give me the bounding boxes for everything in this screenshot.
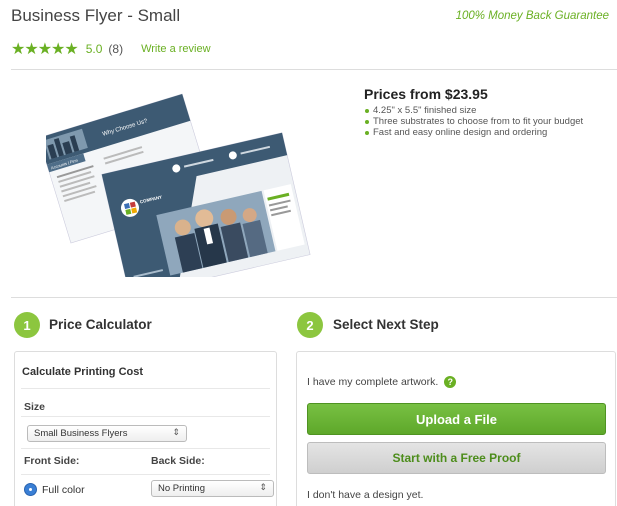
divider — [21, 448, 270, 449]
upload-file-button[interactable]: Upload a File — [307, 403, 606, 435]
front-full-color-option[interactable]: Full color — [24, 483, 85, 496]
front-option-label: Full color — [42, 483, 85, 496]
rating-row: ★★★★★ 5.0 (8) Write a review — [11, 39, 211, 59]
size-select-value: Small Business Flyers — [34, 428, 128, 439]
feature-item: 4.25" x 5.5" finished size — [364, 105, 614, 116]
size-label: Size — [24, 401, 46, 413]
size-select[interactable]: Small Business Flyers ⇕ — [27, 425, 187, 442]
price-calculator-panel: Calculate Printing Cost Size Small Busin… — [14, 351, 277, 506]
star-icon: ★★★★★ — [11, 41, 79, 58]
artwork-prompt: I have my complete artwork. ? — [307, 376, 457, 388]
price-calculator-title: Price Calculator — [49, 317, 152, 332]
rating-value: 5.0 — [85, 42, 103, 56]
divider — [21, 388, 270, 389]
back-side-label: Back Side: — [151, 455, 205, 467]
price-heading: Prices from $23.95 — [364, 86, 488, 102]
next-step-panel: I have my complete artwork. ? Upload a F… — [296, 351, 616, 506]
review-count: (8) — [108, 42, 124, 56]
divider — [21, 474, 270, 475]
back-side-select[interactable]: No Printing ⇕ — [151, 480, 274, 497]
radio-selected-icon[interactable] — [24, 483, 37, 496]
artwork-text: I have my complete artwork. — [307, 376, 439, 388]
step-2-badge: 2 — [297, 312, 323, 338]
product-title: Business Flyer - Small — [11, 6, 181, 25]
info-icon[interactable]: ? — [444, 376, 457, 388]
updown-arrow-icon: ⇕ — [259, 482, 267, 492]
feature-item: Fast and easy online design and ordering — [364, 127, 614, 138]
product-image: Why Choose Us? Accounts | Firm COMPANY — [46, 93, 311, 277]
select-next-step-title: Select Next Step — [333, 317, 439, 332]
guarantee-text: 100% Money Back Guarantee — [455, 10, 609, 22]
no-design-text: I don't have a design yet. — [307, 489, 424, 501]
write-review-link[interactable]: Write a review — [141, 43, 210, 55]
product-header: Business Flyer - Small 100% Money Back G… — [11, 6, 609, 66]
calculator-heading: Calculate Printing Cost — [22, 366, 144, 378]
front-side-label: Front Side: — [24, 455, 80, 467]
divider — [11, 69, 617, 70]
back-select-value: No Printing — [158, 483, 205, 494]
feature-item: Three substrates to choose from to fit y… — [364, 116, 614, 127]
free-proof-button[interactable]: Start with a Free Proof — [307, 442, 606, 474]
updown-arrow-icon: ⇕ — [172, 427, 180, 437]
step-1-badge: 1 — [14, 312, 40, 338]
feature-list: 4.25" x 5.5" finished size Three substra… — [364, 105, 614, 138]
divider — [21, 416, 270, 417]
price-info: Prices from $23.95 4.25" x 5.5" finished… — [364, 86, 614, 138]
divider — [11, 297, 617, 298]
